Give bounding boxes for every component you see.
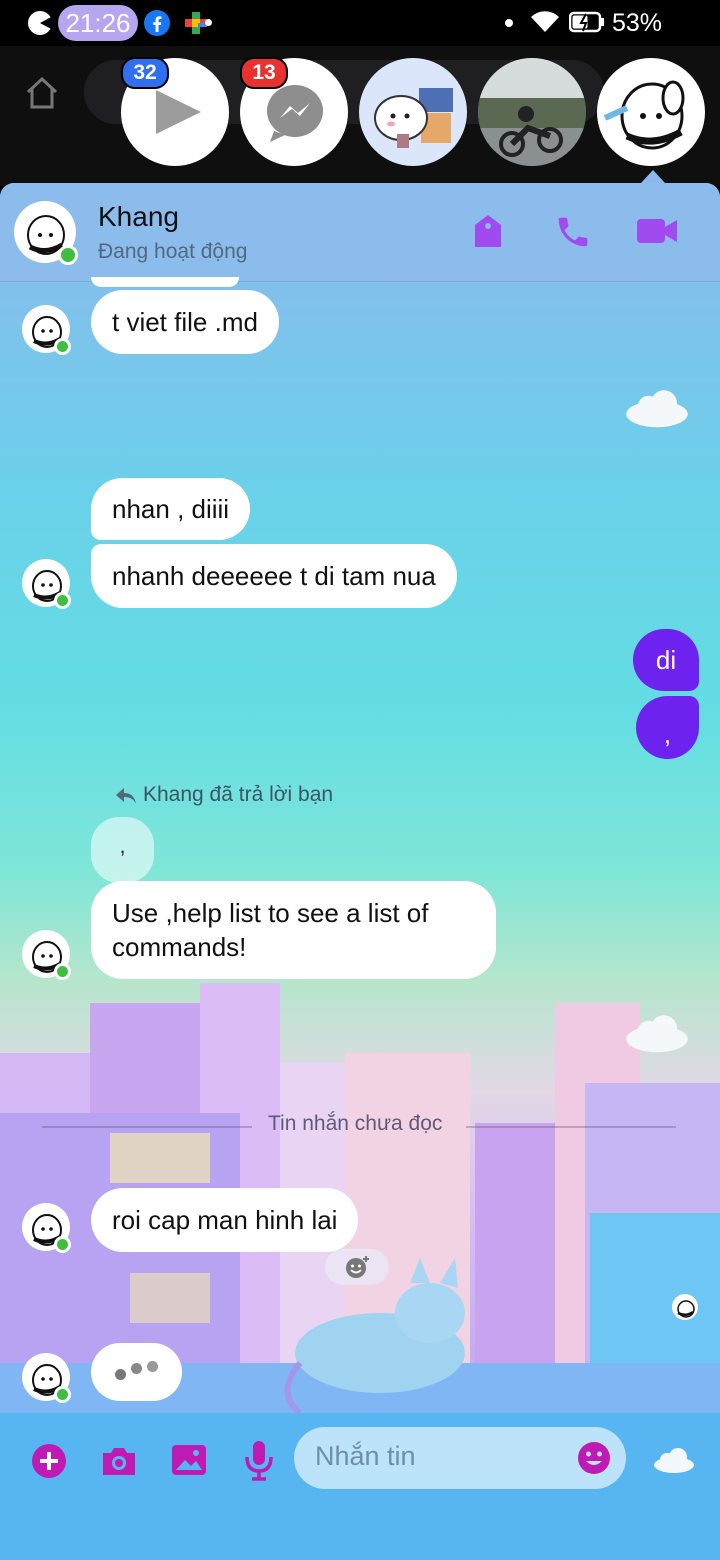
app-notification-icon bbox=[28, 11, 53, 35]
typing-indicator bbox=[91, 1343, 182, 1401]
online-indicator bbox=[54, 1386, 71, 1403]
chat-header: Khang Đang hoạt động bbox=[0, 183, 720, 282]
microphone-icon[interactable] bbox=[244, 1439, 274, 1481]
wifi-icon bbox=[531, 11, 559, 33]
online-indicator bbox=[54, 1236, 71, 1253]
chat-head-sticker-contact[interactable] bbox=[359, 58, 467, 166]
cloud-like-icon[interactable] bbox=[653, 1446, 695, 1474]
online-indicator bbox=[54, 338, 71, 355]
plus-icon[interactable] bbox=[31, 1443, 67, 1479]
message-line: Use ,help list to see a list of bbox=[112, 898, 429, 928]
message-input-placeholder: Nhắn tin bbox=[315, 1441, 416, 1471]
divider-line bbox=[466, 1126, 676, 1128]
status-bar: 21:26 53% bbox=[0, 0, 720, 46]
unread-badge: 13 bbox=[240, 57, 288, 89]
clock: 21:26 bbox=[58, 5, 138, 41]
message-input[interactable]: Nhắn tin bbox=[294, 1427, 626, 1489]
unread-divider-label: Tin nhắn chưa đọc bbox=[268, 1112, 443, 1135]
contact-status: Đang hoạt động bbox=[98, 240, 248, 263]
facebook-icon bbox=[144, 10, 170, 36]
sent-message[interactable]: , bbox=[636, 696, 699, 759]
camera-icon[interactable] bbox=[99, 1443, 139, 1479]
expanded-pointer bbox=[641, 170, 665, 183]
divider-line bbox=[42, 1126, 252, 1128]
received-message[interactable]: t viet file .md bbox=[91, 290, 279, 354]
battery-percent: 53% bbox=[611, 9, 662, 37]
emoji-icon[interactable] bbox=[577, 1441, 611, 1475]
composer-bar: Nhắn tin bbox=[0, 1413, 720, 1560]
reply-notice: Khang đã trả lời bạn bbox=[143, 783, 334, 806]
video-call-icon[interactable] bbox=[635, 215, 679, 247]
message-bubble-partial bbox=[91, 277, 239, 287]
received-message[interactable]: nhan , diiii bbox=[91, 478, 251, 540]
received-message[interactable]: roi cap man hinh lai bbox=[91, 1188, 359, 1252]
battery-icon bbox=[569, 11, 604, 33]
phone-icon[interactable] bbox=[554, 213, 592, 251]
tag-icon[interactable] bbox=[470, 211, 506, 251]
add-reaction-button[interactable] bbox=[325, 1249, 389, 1285]
gallery-icon[interactable] bbox=[170, 1442, 208, 1478]
reply-icon bbox=[116, 788, 136, 804]
cloud-decoration bbox=[626, 1015, 688, 1053]
cartoon-avatar-icon bbox=[374, 88, 453, 148]
chat-panel: Khang Đang hoạt động t viet file .md nha… bbox=[0, 183, 720, 1560]
puppy-avatar-icon bbox=[603, 80, 685, 150]
home-icon bbox=[26, 76, 58, 109]
puppy-avatar-icon bbox=[677, 1300, 695, 1318]
add-reaction-icon bbox=[346, 1256, 369, 1278]
chat-head-khang[interactable] bbox=[597, 58, 705, 166]
quoted-message[interactable]: , bbox=[91, 817, 154, 883]
chat-head-motorbike-contact[interactable] bbox=[478, 58, 586, 166]
online-indicator bbox=[54, 963, 71, 980]
unread-badge: 32 bbox=[121, 57, 169, 89]
online-indicator bbox=[54, 592, 71, 609]
seen-receipt-avatar bbox=[672, 1294, 698, 1320]
notification-dot bbox=[205, 19, 212, 26]
online-indicator bbox=[58, 245, 78, 265]
photo-avatar-icon bbox=[478, 58, 586, 166]
received-message[interactable]: nhanh deeeeee t di tam nua bbox=[91, 544, 457, 608]
notification-dot bbox=[505, 19, 513, 27]
sent-message[interactable]: di bbox=[633, 629, 699, 691]
received-message[interactable]: Use ,help list to see a list of commands… bbox=[91, 881, 496, 979]
cloud-decoration bbox=[626, 390, 688, 428]
contact-name[interactable]: Khang bbox=[98, 201, 179, 233]
message-line: commands! bbox=[112, 932, 247, 962]
